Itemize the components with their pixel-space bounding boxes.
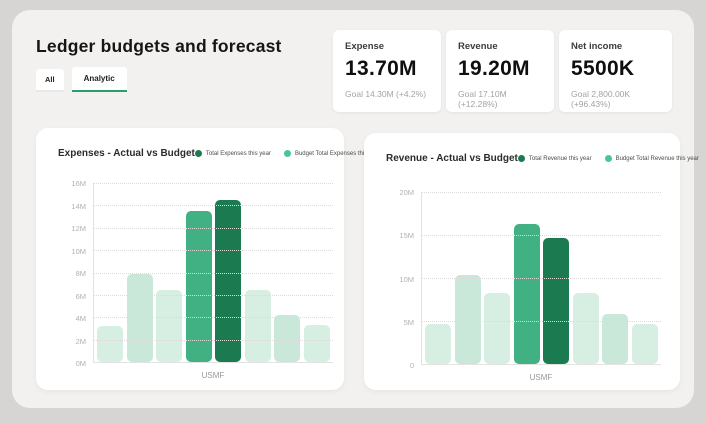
legend-label: Total Expenses this year — [206, 151, 271, 157]
bar-pale[interactable] — [245, 290, 271, 362]
y-axis-ticks: 20M15M10M5M0 — [368, 192, 414, 365]
y-tick-label: 5M — [404, 318, 414, 327]
y-tick-label: 16M — [71, 179, 86, 188]
gridline — [94, 205, 333, 206]
legend-dot-dark-green — [195, 150, 202, 157]
y-tick-label: 15M — [399, 231, 414, 240]
y-tick-label: 6M — [76, 292, 86, 301]
y-tick-label: 0 — [410, 361, 414, 370]
tab-bar: All Analytic — [36, 67, 127, 92]
bar-medium[interactable] — [514, 224, 540, 364]
chart-header: Revenue - Actual vs Budget Total Revenue… — [386, 153, 670, 164]
bar-pale[interactable] — [573, 293, 599, 364]
gridline — [422, 321, 661, 322]
kpi-row: Expense 13.70M Goal 14.30M (+4.2%) Reven… — [333, 30, 672, 112]
gridline — [94, 273, 333, 274]
y-tick-label: 8M — [76, 269, 86, 278]
bar-pale[interactable] — [304, 325, 330, 362]
bar-pale2[interactable] — [274, 315, 300, 362]
legend-label: Total Revenue this year — [529, 156, 592, 162]
legend-item-actual[interactable]: Total Revenue this year — [518, 155, 592, 162]
gridline — [422, 235, 661, 236]
bar-dark[interactable] — [215, 200, 241, 362]
x-axis-label: USMF — [421, 373, 661, 382]
kpi-value: 13.70M — [345, 57, 429, 81]
kpi-card-expense[interactable]: Expense 13.70M Goal 14.30M (+4.2%) — [333, 30, 441, 112]
tab-analytic[interactable]: Analytic — [72, 67, 127, 92]
gridline — [422, 278, 661, 279]
plot-area — [93, 183, 333, 363]
kpi-goal: Goal 17.10M (+12.28%) — [458, 89, 542, 109]
chart-title: Expenses - Actual vs Budget — [58, 148, 195, 159]
chart-title: Revenue - Actual vs Budget — [386, 153, 518, 164]
kpi-label: Net income — [571, 41, 660, 52]
bar-pale2[interactable] — [455, 275, 481, 364]
gridline — [422, 192, 661, 193]
y-tick-label: 2M — [76, 337, 86, 346]
bar-dark[interactable] — [543, 238, 569, 364]
legend-item-budget[interactable]: Budget Total Revenue this year — [605, 155, 699, 162]
gridline — [94, 295, 333, 296]
gridline — [94, 250, 333, 251]
gridline — [94, 317, 333, 318]
chart-legend: Total Expenses this year Budget Total Ex… — [195, 150, 381, 157]
bar-pale[interactable] — [484, 293, 510, 364]
y-tick-label: 10M — [71, 247, 86, 256]
bar-pale[interactable] — [632, 324, 658, 364]
bar-pale[interactable] — [156, 290, 182, 362]
kpi-card-net-income[interactable]: Net income 5500K Goal 2,800.00K (+96.43%… — [559, 30, 672, 112]
kpi-card-revenue[interactable]: Revenue 19.20M Goal 17.10M (+12.28%) — [446, 30, 554, 112]
main-panel: Ledger budgets and forecast All Analytic… — [12, 10, 694, 408]
legend-dot-light-green — [284, 150, 291, 157]
kpi-value: 19.20M — [458, 57, 542, 81]
bar-pale[interactable] — [97, 326, 123, 362]
chart-header: Expenses - Actual vs Budget Total Expens… — [58, 148, 334, 159]
gridline — [94, 340, 333, 341]
legend-dot-light-green — [605, 155, 612, 162]
tab-all[interactable]: All — [36, 69, 64, 92]
revenue-chart-card: Revenue - Actual vs Budget Total Revenue… — [364, 133, 680, 390]
kpi-goal: Goal 2,800.00K (+96.43%) — [571, 89, 660, 109]
kpi-goal: Goal 14.30M (+4.2%) — [345, 89, 429, 99]
page-title: Ledger budgets and forecast — [36, 36, 282, 57]
y-tick-label: 12M — [71, 224, 86, 233]
chart-legend: Total Revenue this year Budget Total Rev… — [518, 155, 699, 162]
x-axis-label: USMF — [93, 371, 333, 380]
kpi-label: Expense — [345, 41, 429, 52]
kpi-value: 5500K — [571, 57, 660, 81]
gridline — [94, 183, 333, 184]
y-tick-label: 14M — [71, 202, 86, 211]
bar-pale[interactable] — [425, 324, 451, 364]
kpi-label: Revenue — [458, 41, 542, 52]
gridline — [94, 228, 333, 229]
plot-area — [421, 192, 661, 365]
legend-item-actual[interactable]: Total Expenses this year — [195, 150, 271, 157]
y-tick-label: 0M — [76, 359, 86, 368]
expenses-chart-card: Expenses - Actual vs Budget Total Expens… — [36, 128, 344, 390]
y-tick-label: 20M — [399, 188, 414, 197]
y-tick-label: 4M — [76, 314, 86, 323]
y-axis-ticks: 16M14M12M10M8M6M4M2M0M — [40, 183, 86, 363]
legend-label: Budget Total Revenue this year — [616, 156, 699, 162]
legend-dot-dark-green — [518, 155, 525, 162]
y-tick-label: 10M — [399, 275, 414, 284]
